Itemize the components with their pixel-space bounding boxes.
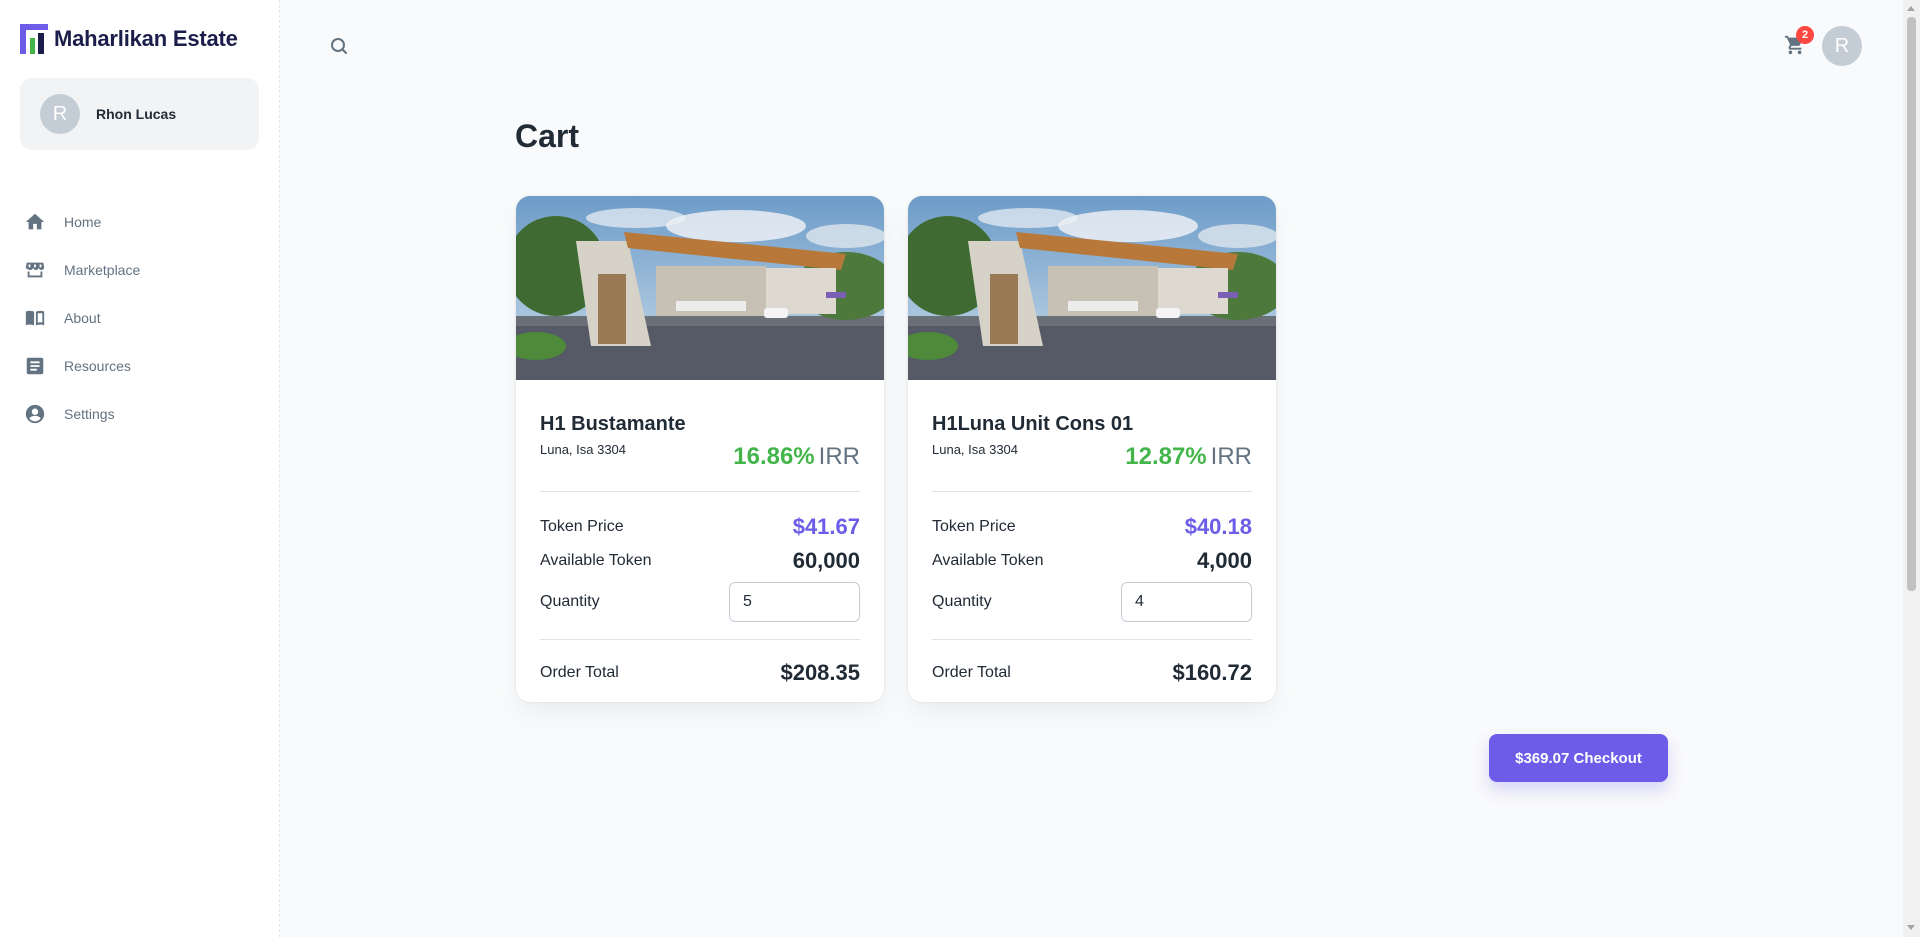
scrollbar[interactable]	[1903, 0, 1920, 937]
quantity-label: Quantity	[540, 593, 600, 610]
property-image[interactable]	[908, 196, 1276, 380]
irr: 12.87% IRR	[1125, 443, 1252, 471]
account-circle-icon	[25, 404, 45, 424]
property-name: H1Luna Unit Cons 01	[932, 413, 1134, 435]
token-price-value: $40.18	[1184, 514, 1252, 539]
cart-item-card: H1 Bustamante Luna, Isa 3304 16.86% IRR T…	[516, 196, 884, 702]
search-icon[interactable]	[327, 34, 351, 58]
divider	[932, 639, 1252, 640]
quantity-row: Quantity	[540, 582, 860, 622]
token-price-row: Token Price $40.18	[932, 514, 1252, 540]
maharlikan-logo-icon	[20, 24, 48, 54]
token-price-value: $41.67	[792, 514, 860, 539]
divider	[540, 639, 860, 640]
sidebar: Maharlikan Estate R Rhon Lucas Home Mark…	[0, 0, 280, 937]
sidebar-item-label: About	[64, 310, 101, 326]
sidebar-item-resources[interactable]: Resources	[0, 342, 280, 390]
order-total-label: Order Total	[540, 664, 619, 681]
account-name: Rhon Lucas	[96, 106, 177, 122]
quantity-row: Quantity	[932, 582, 1252, 622]
available-token-value: 60,000	[792, 548, 860, 573]
token-price-label: Token Price	[932, 518, 1016, 535]
avatar: R	[40, 94, 80, 134]
property-image[interactable]	[516, 196, 884, 380]
sidebar-item-label: Resources	[64, 358, 131, 374]
order-total-value: $208.35	[780, 660, 860, 685]
checkout-button[interactable]: $369.07 Checkout	[1489, 734, 1668, 782]
page-title: Cart	[515, 118, 580, 154]
divider	[540, 491, 860, 492]
available-token-label: Available Token	[540, 552, 652, 569]
header-avatar[interactable]: R	[1822, 26, 1862, 66]
book-icon	[25, 310, 45, 326]
sidebar-item-about[interactable]: About	[0, 294, 280, 342]
token-price-label: Token Price	[540, 518, 624, 535]
storefront-icon	[25, 262, 45, 278]
scroll-down-arrow-icon[interactable]	[1907, 925, 1915, 930]
order-total-value: $160.72	[1172, 660, 1252, 685]
available-token-label: Available Token	[932, 552, 1044, 569]
available-token-row: Available Token 60,000	[540, 548, 860, 574]
sidebar-nav: Home Marketplace About Resources Setting…	[0, 198, 280, 438]
sidebar-item-label: Home	[64, 214, 102, 230]
irr: 16.86% IRR	[733, 443, 860, 471]
order-total-label: Order Total	[932, 664, 1011, 681]
sidebar-item-label: Settings	[64, 406, 115, 422]
sidebar-item-label: Marketplace	[64, 262, 141, 278]
quantity-input[interactable]	[1121, 582, 1252, 622]
property-name: H1 Bustamante	[540, 413, 686, 435]
brand-name: Maharlikan Estate	[54, 26, 238, 51]
sidebar-item-home[interactable]: Home	[0, 198, 280, 246]
available-token-row: Available Token 4,000	[932, 548, 1252, 574]
divider	[932, 491, 1252, 492]
order-total-row: Order Total $208.35	[540, 660, 860, 686]
quantity-input[interactable]	[729, 582, 860, 622]
brand[interactable]: Maharlikan Estate	[20, 24, 238, 54]
irr-value: 16.86%	[733, 443, 815, 470]
quantity-label: Quantity	[932, 593, 992, 610]
document-icon	[26, 357, 44, 375]
scroll-up-arrow-icon[interactable]	[1907, 6, 1915, 11]
order-total-row: Order Total $160.72	[932, 660, 1252, 686]
irr-label: IRR	[1210, 443, 1252, 470]
sidebar-item-settings[interactable]: Settings	[0, 390, 280, 438]
available-token-value: 4,000	[1196, 548, 1252, 573]
home-icon	[25, 213, 45, 230]
irr-label: IRR	[818, 443, 860, 470]
cart-item-card: H1Luna Unit Cons 01 Luna, Isa 3304 12.87…	[908, 196, 1276, 702]
sidebar-item-marketplace[interactable]: Marketplace	[0, 246, 280, 294]
irr-value: 12.87%	[1125, 443, 1207, 470]
token-price-row: Token Price $41.67	[540, 514, 860, 540]
scrollbar-thumb[interactable]	[1907, 17, 1916, 591]
account-card[interactable]: R Rhon Lucas	[20, 78, 259, 150]
cart-count-badge: 2	[1796, 26, 1814, 44]
